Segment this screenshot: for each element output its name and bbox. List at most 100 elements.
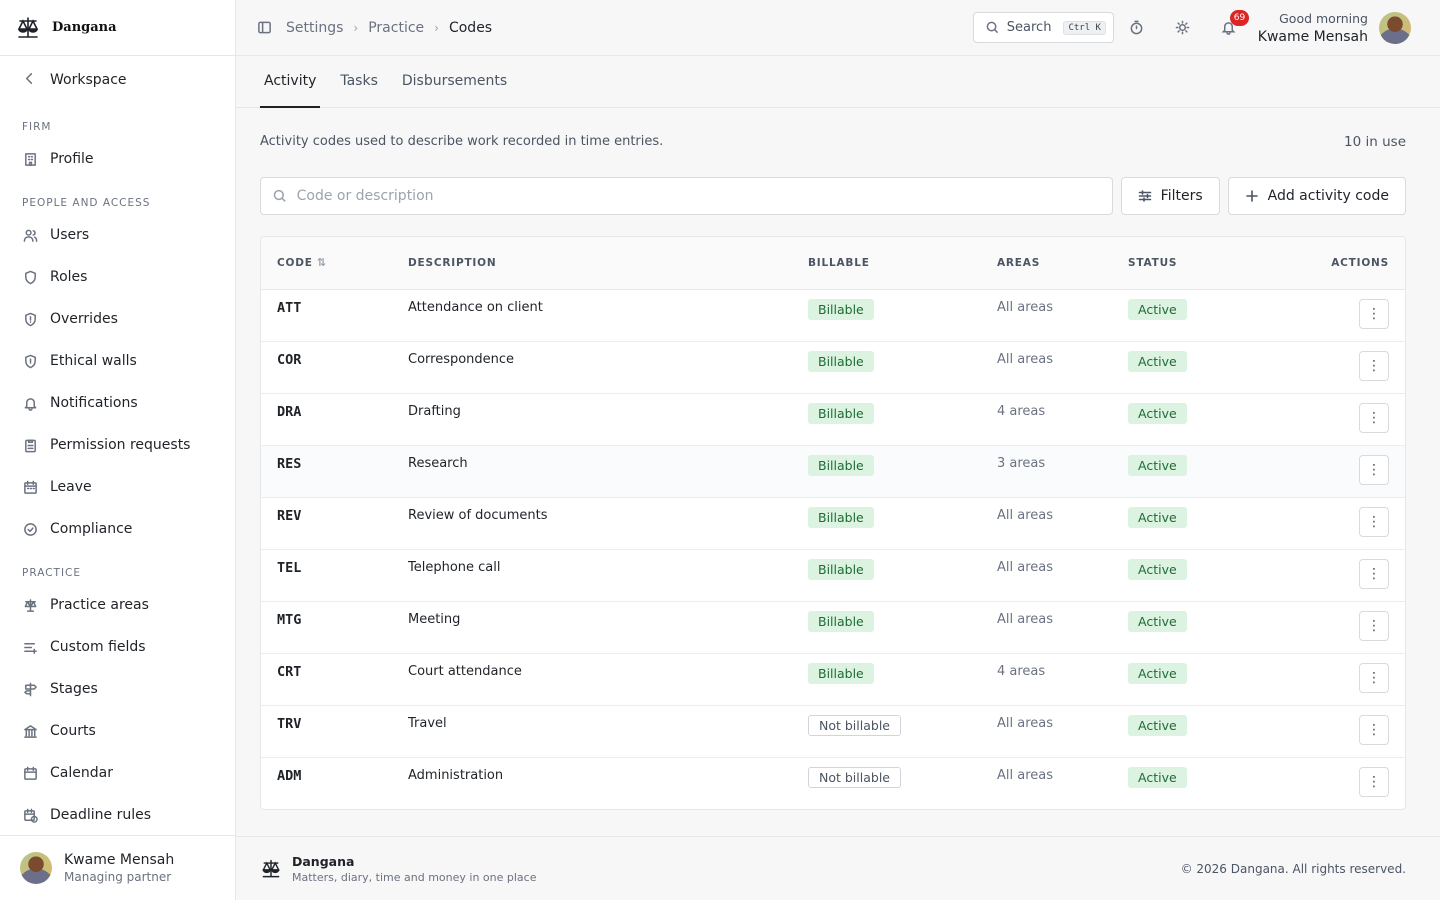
table-row[interactable]: RES Research Billable 3 areas Active ⋮ — [261, 445, 1405, 498]
table-row[interactable]: TEL Telephone call Billable All areas Active… — [261, 549, 1405, 602]
user-greeting: Good morning Kwame Mensah — [1258, 11, 1368, 45]
calendar-icon — [22, 479, 38, 495]
areas-value: All areas — [997, 767, 1054, 783]
sidebar-item-leave[interactable]: Leave — [0, 466, 235, 508]
column-header-status: STATUS — [1128, 237, 1278, 290]
filters-button[interactable]: Filters — [1120, 177, 1220, 215]
calendar-icon — [22, 765, 38, 781]
row-actions-button[interactable]: ⋮ — [1359, 714, 1389, 745]
status-badge: Active — [1128, 558, 1187, 580]
sidebar-item-label: Permission requests — [50, 437, 191, 453]
code-search-input[interactable] — [296, 188, 1112, 204]
footer-brand-name: Dangana — [292, 853, 355, 869]
table-header-row: CODE ⇅ DESCRIPTION BILLABLE AREAS STATUS … — [261, 237, 1405, 290]
sidebar-toggle-icon[interactable] — [256, 20, 272, 36]
row-actions-button[interactable]: ⋮ — [1359, 506, 1389, 537]
brand[interactable]: Dangana — [0, 0, 235, 56]
tab-bar: Activity Tasks Disbursements — [236, 56, 1440, 108]
billable-badge: Billable — [808, 402, 874, 424]
landmark-icon — [22, 723, 38, 739]
sun-icon[interactable] — [1160, 20, 1206, 35]
billable-badge: Not billable — [808, 714, 901, 736]
sidebar-item-label: Stages — [50, 681, 98, 697]
sidebar-item-users[interactable]: Users — [0, 214, 235, 256]
activity-description: Correspondence — [408, 351, 515, 367]
activity-description: Telephone call — [408, 559, 501, 575]
tab-disbursements[interactable]: Disbursements — [398, 55, 511, 107]
row-actions-button[interactable]: ⋮ — [1359, 402, 1389, 433]
clipboard-icon — [22, 437, 38, 453]
avatar[interactable] — [1379, 11, 1411, 44]
chevron-right-icon: › — [353, 20, 359, 35]
row-actions-button[interactable]: ⋮ — [1359, 454, 1389, 485]
row-actions-button[interactable]: ⋮ — [1359, 558, 1389, 589]
areas-value: 4 areas — [997, 403, 1046, 419]
greeting-text: Good morning — [1279, 10, 1368, 26]
row-actions-button[interactable]: ⋮ — [1359, 610, 1389, 641]
status-badge: Active — [1128, 298, 1187, 320]
column-header-code[interactable]: CODE ⇅ — [261, 237, 408, 290]
sidebar-user-card[interactable]: Kwame Mensah Managing partner — [0, 835, 235, 900]
tab-tasks[interactable]: Tasks — [336, 55, 382, 107]
sidebar-item-label: Notifications — [50, 395, 138, 411]
timer-icon[interactable] — [1114, 20, 1160, 35]
more-vertical-icon: ⋮ — [1367, 357, 1381, 374]
billable-badge: Billable — [808, 662, 874, 684]
global-search-button[interactable]: Search Ctrl K — [972, 12, 1114, 43]
sidebar-item-label: Calendar — [50, 765, 113, 781]
sidebar-item-roles[interactable]: Roles — [0, 256, 235, 298]
breadcrumb-practice[interactable]: Practice — [368, 20, 424, 36]
sidebar-item-stages[interactable]: Stages — [0, 668, 235, 710]
check-circle-icon — [22, 521, 38, 537]
activity-code: MTG — [277, 611, 302, 628]
sidebar-item-courts[interactable]: Courts — [0, 710, 235, 752]
table-row[interactable]: REV Review of documents Billable All areas A… — [261, 497, 1405, 550]
sidebar: Dangana Workspace FIRM Profile PEOPLE AN… — [0, 0, 236, 900]
sidebar-item-notifications[interactable]: Notifications — [0, 382, 235, 424]
row-actions-button[interactable]: ⋮ — [1359, 298, 1389, 329]
activity-codes-table: CODE ⇅ DESCRIPTION BILLABLE AREAS STATUS … — [260, 236, 1406, 810]
sidebar-item-ethical-walls[interactable]: Ethical walls — [0, 340, 235, 382]
sidebar-item-label: Leave — [50, 479, 92, 495]
status-badge: Active — [1128, 402, 1187, 424]
sidebar-item-overrides[interactable]: Overrides — [0, 298, 235, 340]
tab-activity[interactable]: Activity — [260, 55, 321, 108]
back-to-workspace[interactable]: Workspace — [0, 56, 235, 104]
breadcrumb-settings[interactable]: Settings — [286, 20, 343, 36]
table-row[interactable]: COR Correspondence Billable All areas Active… — [261, 341, 1405, 394]
activity-description: Research — [408, 455, 468, 471]
sidebar-item-compliance[interactable]: Compliance — [0, 508, 235, 550]
building-icon — [22, 151, 38, 167]
table-row[interactable]: ADM Administration Not billable All areas Ac… — [261, 757, 1405, 809]
billable-badge: Billable — [808, 298, 874, 320]
sidebar-item-calendar[interactable]: Calendar — [0, 752, 235, 794]
sidebar-item-custom-fields[interactable]: Custom fields — [0, 626, 235, 668]
breadcrumb: Settings › Practice › Codes — [286, 20, 492, 36]
activity-code: ATT — [277, 299, 302, 316]
status-badge: Active — [1128, 662, 1187, 684]
add-activity-code-button[interactable]: Add activity code — [1227, 177, 1406, 215]
sidebar-item-profile[interactable]: Profile — [0, 138, 235, 180]
sidebar-item-practice-areas[interactable]: Practice areas — [0, 584, 235, 626]
areas-value: All areas — [997, 611, 1054, 627]
row-actions-button[interactable]: ⋮ — [1359, 350, 1389, 381]
billable-badge: Billable — [808, 506, 874, 528]
code-search-field[interactable] — [260, 177, 1113, 215]
table-row[interactable]: DRA Drafting Billable 4 areas Active ⋮ — [261, 393, 1405, 446]
more-vertical-icon: ⋮ — [1367, 305, 1381, 322]
row-actions-button[interactable]: ⋮ — [1359, 766, 1389, 797]
sort-icon[interactable]: ⇅ — [317, 256, 327, 269]
sidebar-item-label: Courts — [50, 723, 96, 739]
sidebar-item-deadline-rules[interactable]: Deadline rules — [0, 794, 235, 835]
sidebar-item-label: Profile — [50, 151, 94, 167]
sidebar-item-permission-requests[interactable]: Permission requests — [0, 424, 235, 466]
table-row[interactable]: TRV Travel Not billable All areas Active ⋮ — [261, 705, 1405, 758]
notifications-button[interactable]: 69 — [1206, 10, 1252, 35]
areas-value: 3 areas — [997, 455, 1046, 471]
table-row[interactable]: ATT Attendance on client Billable All areas… — [261, 289, 1405, 342]
table-row[interactable]: CRT Court attendance Billable 4 areas Active… — [261, 653, 1405, 706]
activity-code: DRA — [277, 403, 302, 420]
table-row[interactable]: MTG Meeting Billable All areas Active ⋮ — [261, 601, 1405, 654]
row-actions-button[interactable]: ⋮ — [1359, 662, 1389, 693]
activity-description: Attendance on client — [408, 299, 543, 315]
